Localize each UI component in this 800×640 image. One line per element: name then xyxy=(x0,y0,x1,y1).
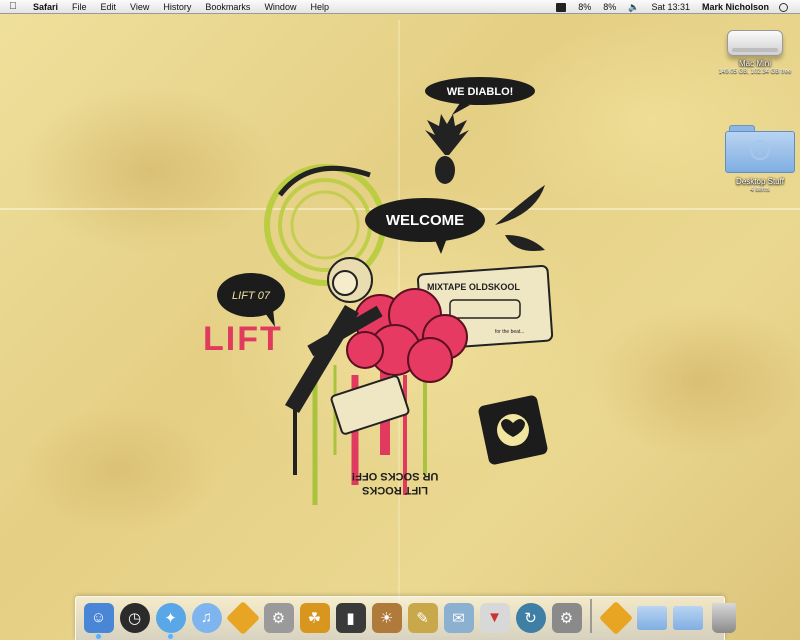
cpu-meter-status[interactable]: 8% xyxy=(572,0,597,14)
time-machine-icon: ↻ xyxy=(515,602,546,633)
applications-folder-icon xyxy=(672,605,703,630)
dock-item-safari[interactable]: ✦ xyxy=(154,600,187,639)
menu-bookmarks[interactable]: Bookmarks xyxy=(198,0,257,14)
dock-item-iphoto[interactable]: ☀ xyxy=(370,600,403,635)
dock-item-transmission[interactable]: ▼ xyxy=(478,600,511,635)
mail-icon: ✉ xyxy=(443,602,474,633)
dock-item-adium[interactable]: ☘ xyxy=(298,600,331,635)
menu-bar:  Safari File Edit View History Bookmark… xyxy=(0,0,800,14)
documents-folder-icon xyxy=(636,605,667,630)
running-indicator xyxy=(96,634,101,639)
menu-file[interactable]: File xyxy=(65,0,94,14)
transmit-icon xyxy=(225,600,260,635)
slogan-2-text: UR SOCKS OFF! xyxy=(352,470,439,482)
tape-sub-text: for the beat... xyxy=(495,329,524,335)
menu-app-safari[interactable]: Safari xyxy=(26,0,65,14)
menu-window[interactable]: Window xyxy=(257,0,303,14)
quicktime-icon: ▮ xyxy=(335,602,366,633)
desktop-icon-desktop-stuff[interactable]: ↓ Desktop Stuff 4 items xyxy=(715,125,800,194)
slogan-1-text: LIFT ROCKS xyxy=(362,484,428,496)
wallpaper-artwork: WE DIABLO! WELCOME LIFT 07 LIFT MIXTAPE … xyxy=(203,77,554,505)
dock-item-trash[interactable] xyxy=(707,600,740,635)
desktop-icon-subtitle: 4 items xyxy=(750,187,770,193)
automator-icon: ⚙ xyxy=(263,602,294,633)
desktop-icon-label: Desktop Stuff xyxy=(736,177,784,186)
dock-item-textedit[interactable]: ✎ xyxy=(406,600,439,635)
system-preferences-icon: ⚙ xyxy=(551,602,582,633)
downloads-stack-icon xyxy=(598,600,633,635)
dock-separator xyxy=(590,599,592,633)
dock-item-mail[interactable]: ✉ xyxy=(442,600,475,635)
hard-drive-icon xyxy=(727,30,783,56)
volume-icon[interactable]: 🔈 xyxy=(622,0,645,14)
menu-history[interactable]: History xyxy=(156,0,198,14)
dock-item-system-preferences[interactable]: ⚙ xyxy=(550,600,583,635)
speech-lift-text: LIFT 07 xyxy=(232,290,271,302)
menu-clock[interactable]: Sat 13:31 xyxy=(645,0,696,14)
dock: ☺ ◷ ✦ ♫ ⚙ ☘ ▮ ☀ ✎ ✉ ▼ ↻ ⚙ xyxy=(82,597,740,639)
dock-item-finder[interactable]: ☺ xyxy=(82,600,115,639)
folder-icon: ↓ xyxy=(725,125,795,173)
dock-item-downloads[interactable] xyxy=(598,600,633,635)
desktop-icon-label: Mac Mini xyxy=(738,59,771,68)
desktop-icon-subtitle: 149.05 GB, 102.34 GB free xyxy=(718,69,792,75)
grid-icon xyxy=(556,2,567,12)
apple-menu-icon[interactable]:  xyxy=(0,1,26,12)
battery-status[interactable]: 8% xyxy=(597,0,622,14)
menu-edit[interactable]: Edit xyxy=(94,0,124,14)
finder-icon: ☺ xyxy=(83,602,114,633)
menu-view[interactable]: View xyxy=(123,0,156,14)
dock-item-itunes[interactable]: ♫ xyxy=(190,600,223,635)
dock-item-time-machine[interactable]: ↻ xyxy=(514,600,547,635)
menu-help[interactable]: Help xyxy=(303,0,336,14)
lift-text: LIFT xyxy=(203,320,283,358)
dock-item-documents[interactable] xyxy=(635,600,668,635)
spotlight-icon[interactable] xyxy=(773,0,794,14)
menu-extra-icon[interactable] xyxy=(550,0,572,14)
dock-item-dashboard[interactable]: ◷ xyxy=(118,600,151,635)
safari-icon: ✦ xyxy=(155,602,186,633)
user-menu[interactable]: Mark Nicholson xyxy=(696,0,773,14)
trash-icon xyxy=(711,602,736,633)
tape-label-text: MIXTAPE OLDSKOOL xyxy=(427,282,520,292)
running-indicator xyxy=(168,634,173,639)
speech-welcome-text: WELCOME xyxy=(386,212,464,229)
textedit-icon: ✎ xyxy=(407,602,438,633)
dock-item-applications[interactable] xyxy=(671,600,704,635)
dock-item-quicktime[interactable]: ▮ xyxy=(334,600,367,635)
itunes-icon: ♫ xyxy=(191,602,222,633)
transmission-icon: ▼ xyxy=(479,602,510,633)
speech-top-text: WE DIABLO! xyxy=(447,86,514,98)
dashboard-icon: ◷ xyxy=(119,602,150,633)
dock-item-transmit[interactable] xyxy=(225,600,260,635)
dock-item-automator[interactable]: ⚙ xyxy=(262,600,295,635)
iphoto-icon: ☀ xyxy=(371,602,402,633)
desktop-icon-mac-mini[interactable]: Mac Mini 149.05 GB, 102.34 GB free xyxy=(710,20,800,76)
adium-icon: ☘ xyxy=(299,602,330,633)
